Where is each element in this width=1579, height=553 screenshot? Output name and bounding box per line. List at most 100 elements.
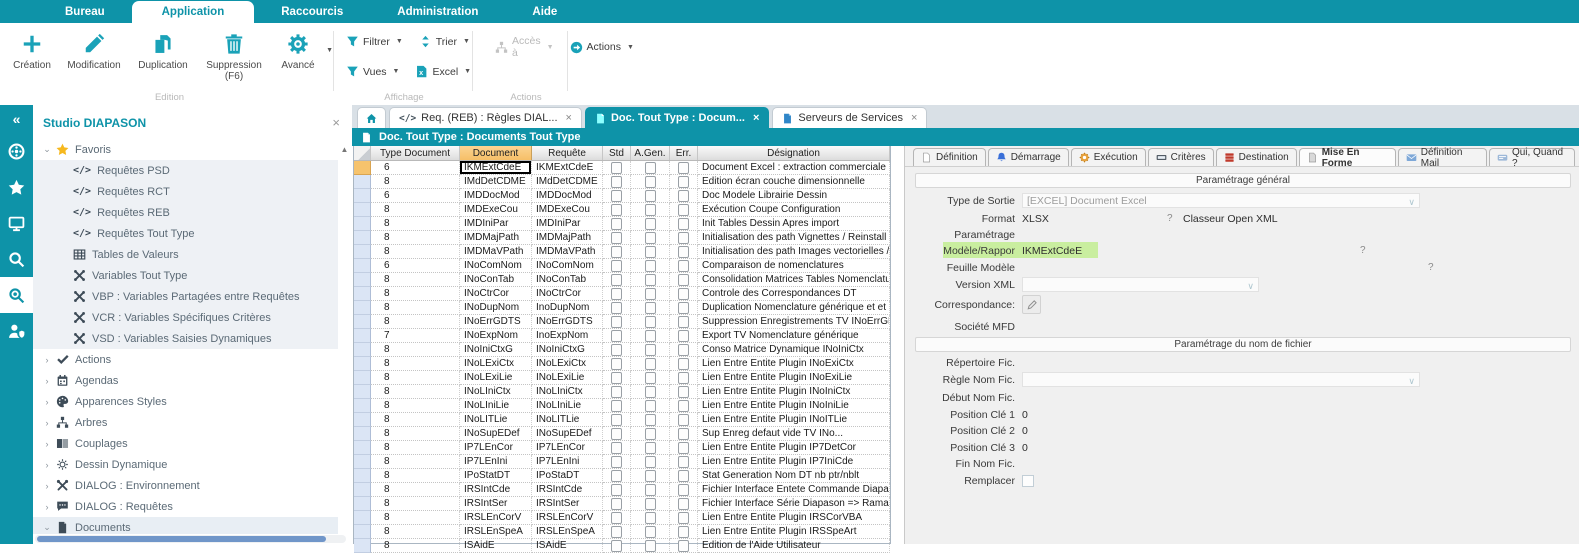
help-icon[interactable]: ? bbox=[1167, 213, 1173, 224]
checkbox-unchecked[interactable] bbox=[611, 512, 622, 524]
row-selector[interactable] bbox=[354, 441, 371, 455]
checkbox-unchecked[interactable] bbox=[645, 400, 656, 412]
cell-designation[interactable]: Edition écran couche dimensionnelle bbox=[698, 175, 890, 189]
cell-std-checkbox[interactable] bbox=[603, 301, 631, 315]
checkbox-unchecked[interactable] bbox=[645, 330, 656, 342]
filtrer-button[interactable]: Filtrer▼ bbox=[346, 35, 403, 48]
checkbox-unchecked[interactable] bbox=[645, 358, 656, 370]
checkbox-unchecked[interactable] bbox=[678, 526, 689, 538]
cell-err-checkbox[interactable] bbox=[670, 483, 698, 497]
chevron-collapsed-icon[interactable]: › bbox=[41, 418, 53, 428]
row-selector[interactable] bbox=[354, 189, 371, 203]
row-selector[interactable] bbox=[354, 343, 371, 357]
cell-designation[interactable]: Document Excel : extraction commerciale bbox=[698, 161, 890, 175]
table-row[interactable]: 8INoSupEDefINoSupEDefSup Enreg defaut vi… bbox=[354, 427, 890, 441]
row-selector[interactable] bbox=[354, 301, 371, 315]
cell-designation[interactable]: Lien Entre Entite Plugin IP7IniCde bbox=[698, 455, 890, 469]
cell-requete[interactable]: INoLIniLie bbox=[532, 399, 603, 413]
table-row[interactable]: 8INoLExiLieINoLExiLieLien Entre Entite P… bbox=[354, 371, 890, 385]
chevron-expanded-icon[interactable]: ⌄ bbox=[41, 144, 53, 155]
cell-document[interactable]: IMDIniPar bbox=[460, 217, 532, 231]
cell-std-checkbox[interactable] bbox=[603, 287, 631, 301]
cell-err-checkbox[interactable] bbox=[670, 161, 698, 175]
cell-type-document[interactable]: 6 bbox=[371, 189, 460, 203]
column-header-requ-te[interactable]: Requête bbox=[532, 146, 603, 160]
cell-std-checkbox[interactable] bbox=[603, 175, 631, 189]
checkbox-unchecked[interactable] bbox=[678, 246, 689, 258]
row-selector[interactable] bbox=[354, 259, 371, 273]
cell-std-checkbox[interactable] bbox=[603, 315, 631, 329]
excel-button[interactable]: xExcel▼ bbox=[415, 65, 471, 78]
cell-type-document[interactable]: 8 bbox=[371, 441, 460, 455]
checkbox-unchecked[interactable] bbox=[611, 386, 622, 398]
table-row[interactable]: 8IRSIntCdeIRSIntCdeFichier Interface Ent… bbox=[354, 483, 890, 497]
checkbox-unchecked[interactable] bbox=[611, 540, 622, 552]
checkbox-unchecked[interactable] bbox=[645, 246, 656, 258]
cell-std-checkbox[interactable] bbox=[603, 441, 631, 455]
checkbox-unchecked[interactable] bbox=[678, 232, 689, 244]
cell-agen-checkbox[interactable] bbox=[631, 371, 670, 385]
cell-requete[interactable]: InoExpNom bbox=[532, 329, 603, 343]
checkbox-unchecked[interactable] bbox=[645, 386, 656, 398]
tab-mise-en-forme[interactable]: Mise En Forme bbox=[1299, 148, 1396, 166]
row-selector[interactable] bbox=[354, 357, 371, 371]
checkbox-unchecked[interactable] bbox=[645, 232, 656, 244]
cell-document[interactable]: IMDExeCou bbox=[460, 203, 532, 217]
création-button[interactable]: Création bbox=[6, 31, 58, 71]
cell-designation[interactable]: Comparaison de nomenclatures bbox=[698, 259, 890, 273]
checkbox-unchecked[interactable] bbox=[678, 428, 689, 440]
table-row[interactable]: 6IKMExtCdeEIKMExtCdeEDocument Excel : ex… bbox=[354, 161, 890, 175]
table-row[interactable]: 8INoErrGDTSINoErrGDTSSuppression Enregis… bbox=[354, 315, 890, 329]
versionxml-select[interactable]: ∨ bbox=[1022, 277, 1259, 292]
checkbox-unchecked[interactable] bbox=[611, 218, 622, 230]
cell-requete[interactable]: INoLExiLie bbox=[532, 371, 603, 385]
cell-err-checkbox[interactable] bbox=[670, 203, 698, 217]
row-selector[interactable] bbox=[354, 427, 371, 441]
cell-std-checkbox[interactable] bbox=[603, 483, 631, 497]
sidebar-item-actions[interactable]: ›Actions bbox=[33, 349, 338, 370]
row-selector[interactable] bbox=[354, 469, 371, 483]
cell-document[interactable]: IPoStatDT bbox=[460, 469, 532, 483]
cell-designation[interactable]: Doc Modele Librairie Dessin bbox=[698, 189, 890, 203]
cell-designation[interactable]: Edition de l'Aide Utilisateur bbox=[698, 539, 890, 553]
checkbox-unchecked[interactable] bbox=[645, 372, 656, 384]
cell-type-document[interactable]: 8 bbox=[371, 483, 460, 497]
pos3-value[interactable]: 0 bbox=[1022, 442, 1028, 454]
row-selector[interactable] bbox=[354, 483, 371, 497]
cell-std-checkbox[interactable] bbox=[603, 259, 631, 273]
cell-document[interactable]: INoExpNom bbox=[460, 329, 532, 343]
cell-document[interactable]: INoLITLie bbox=[460, 413, 532, 427]
cell-agen-checkbox[interactable] bbox=[631, 497, 670, 511]
close-icon[interactable]: × bbox=[753, 112, 759, 124]
menu-item-bureau[interactable]: Bureau bbox=[38, 2, 132, 23]
checkbox-unchecked[interactable] bbox=[678, 372, 689, 384]
cell-document[interactable]: IRSLEnCorV bbox=[460, 511, 532, 525]
cell-designation[interactable]: Stat Generation Nom DT nb ptr/nblt bbox=[698, 469, 890, 483]
sidebar-item-vbp-variables-partag-es-entre-requ-tes[interactable]: VBP : Variables Partagées entre Requêtes bbox=[33, 286, 338, 307]
tab-req-reb-r-gles-dial-[interactable]: </>Req. (REB) : Règles DIAL...× bbox=[389, 107, 582, 128]
checkbox-unchecked[interactable] bbox=[645, 162, 656, 174]
checkbox-unchecked[interactable] bbox=[611, 428, 622, 440]
checkbox-unchecked[interactable] bbox=[611, 204, 622, 216]
cell-designation[interactable]: Init Tables Dessin Apres import bbox=[698, 217, 890, 231]
cell-designation[interactable]: Duplication Nomenclature générique et et… bbox=[698, 301, 890, 315]
checkbox-unchecked[interactable] bbox=[645, 316, 656, 328]
cell-designation[interactable]: Lien Entre Entite Plugin INoIniCtx bbox=[698, 385, 890, 399]
cell-std-checkbox[interactable] bbox=[603, 539, 631, 553]
sidebar-item-dialog-environnement[interactable]: ›DIALOG : Environnement bbox=[33, 475, 338, 496]
checkbox-unchecked[interactable] bbox=[678, 330, 689, 342]
cell-requete[interactable]: INoErrGDTS bbox=[532, 315, 603, 329]
sidebar-item-documents[interactable]: ⌄Documents bbox=[33, 517, 338, 534]
checkbox-unchecked[interactable] bbox=[678, 218, 689, 230]
checkbox-unchecked[interactable] bbox=[611, 274, 622, 286]
cell-agen-checkbox[interactable] bbox=[631, 511, 670, 525]
cell-std-checkbox[interactable] bbox=[603, 427, 631, 441]
collapse-icon[interactable]: « bbox=[0, 105, 33, 133]
tab-destination[interactable]: Destination bbox=[1216, 148, 1297, 166]
cell-designation[interactable]: Lien Entre Entite Plugin INoITLie bbox=[698, 413, 890, 427]
cell-designation[interactable]: Controle des Correspondances DT bbox=[698, 287, 890, 301]
cell-std-checkbox[interactable] bbox=[603, 231, 631, 245]
checkbox-unchecked[interactable] bbox=[645, 484, 656, 496]
menu-item-administration[interactable]: Administration bbox=[370, 2, 505, 23]
actions-button[interactable]: Actions▼ bbox=[570, 35, 634, 59]
